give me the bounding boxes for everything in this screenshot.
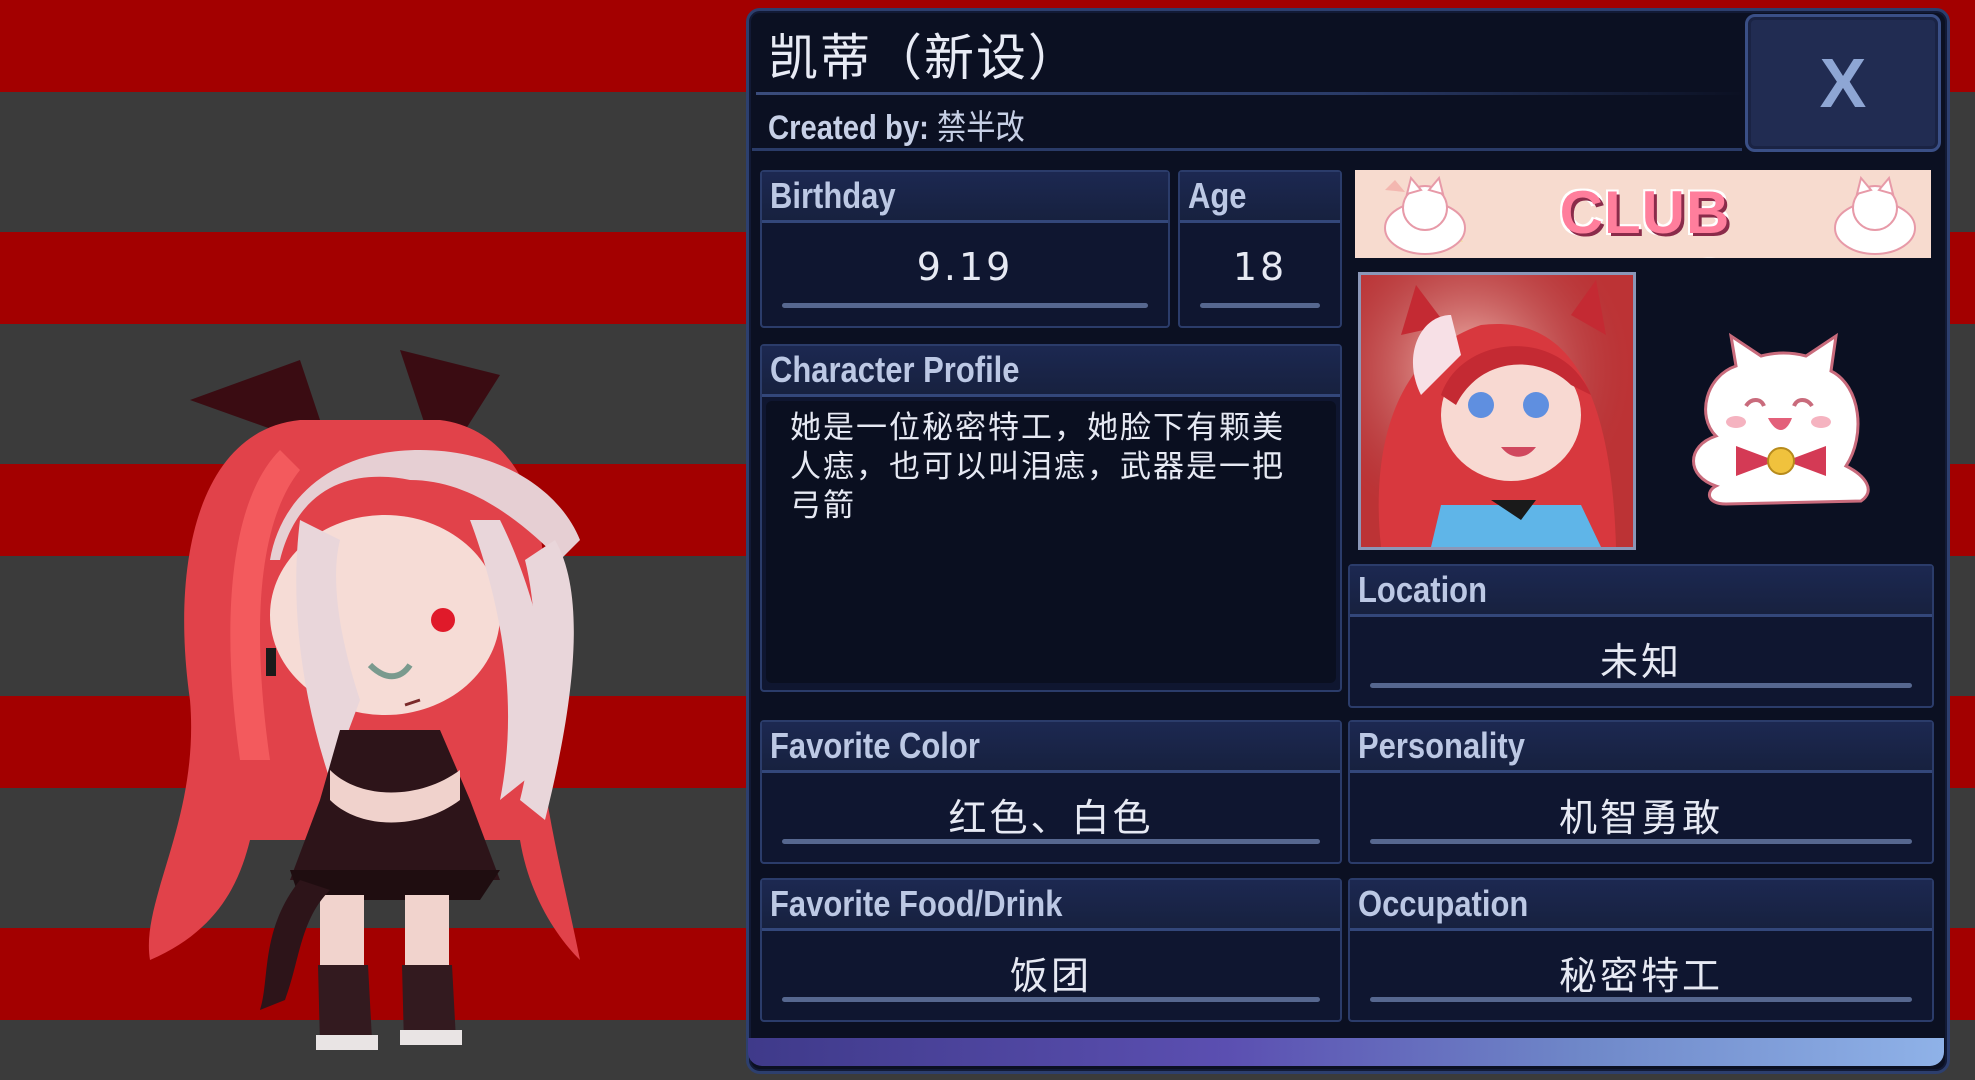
age-value[interactable]: 18 xyxy=(1180,223,1340,289)
age-label: Age xyxy=(1188,175,1247,216)
personality-underline xyxy=(1370,839,1912,844)
character-name: 凯蒂（新设） xyxy=(768,29,1080,87)
creator-line: Created by: 禁半改 xyxy=(768,100,1025,149)
character-portrait[interactable] xyxy=(1358,272,1636,550)
character-profile-label: Character Profile xyxy=(770,349,1020,390)
age-field: Age 18 xyxy=(1178,170,1342,328)
occupation-underline xyxy=(1370,997,1912,1002)
location-field: Location 未知 xyxy=(1348,564,1934,708)
birthday-value[interactable]: 9.19 xyxy=(762,223,1168,289)
birthday-underline xyxy=(782,303,1148,308)
title-divider xyxy=(756,92,1746,95)
character-stage xyxy=(0,0,745,1080)
favorite-food-label: Favorite Food/Drink xyxy=(770,883,1063,924)
creator-name: 禁半改 xyxy=(937,109,1025,147)
occupation-field: Occupation 秘密特工 xyxy=(1348,878,1934,1022)
favorite-food-underline xyxy=(782,997,1320,1002)
favorite-color-underline xyxy=(782,839,1320,844)
character-profile-text[interactable]: 她是一位秘密特工，她脸下有颗美人痣，也可以叫泪痣，武器是一把弓箭 xyxy=(766,401,1336,683)
personality-label: Personality xyxy=(1358,725,1525,766)
occupation-label: Occupation xyxy=(1358,883,1529,924)
favorite-food-value[interactable]: 饭团 xyxy=(762,931,1340,1000)
neko-mascot-icon xyxy=(1676,326,1882,512)
club-neko-text: CLUB NEKO xyxy=(1556,179,1732,258)
character-profile-field: Character Profile 她是一位秘密特工，她脸下有颗美人痣，也可以叫… xyxy=(760,344,1342,692)
portrait-image xyxy=(1361,275,1633,547)
favorite-color-label: Favorite Color xyxy=(770,725,980,766)
personality-field: Personality 机智勇敢 xyxy=(1348,720,1934,864)
location-value[interactable]: 未知 xyxy=(1350,617,1932,686)
club-neko-banner: CLUB NEKO xyxy=(1355,170,1931,258)
close-icon: X xyxy=(1819,44,1867,122)
close-button[interactable]: X xyxy=(1745,14,1941,152)
character-illustration xyxy=(148,350,580,1050)
favorite-food-field: Favorite Food/Drink 饭团 xyxy=(760,878,1342,1022)
favorite-color-field: Favorite Color 红色、白色 xyxy=(760,720,1342,864)
personality-value[interactable]: 机智勇敢 xyxy=(1350,773,1932,842)
birthday-label: Birthday xyxy=(770,175,896,216)
age-underline xyxy=(1200,303,1320,308)
occupation-value[interactable]: 秘密特工 xyxy=(1350,931,1932,1000)
birthday-field: Birthday 9.19 xyxy=(760,170,1170,328)
favorite-color-value[interactable]: 红色、白色 xyxy=(762,773,1340,842)
location-underline xyxy=(1370,683,1912,688)
panel-footer-gradient xyxy=(748,1038,1944,1066)
created-by-label: Created by: xyxy=(768,109,929,147)
location-label: Location xyxy=(1358,569,1487,610)
